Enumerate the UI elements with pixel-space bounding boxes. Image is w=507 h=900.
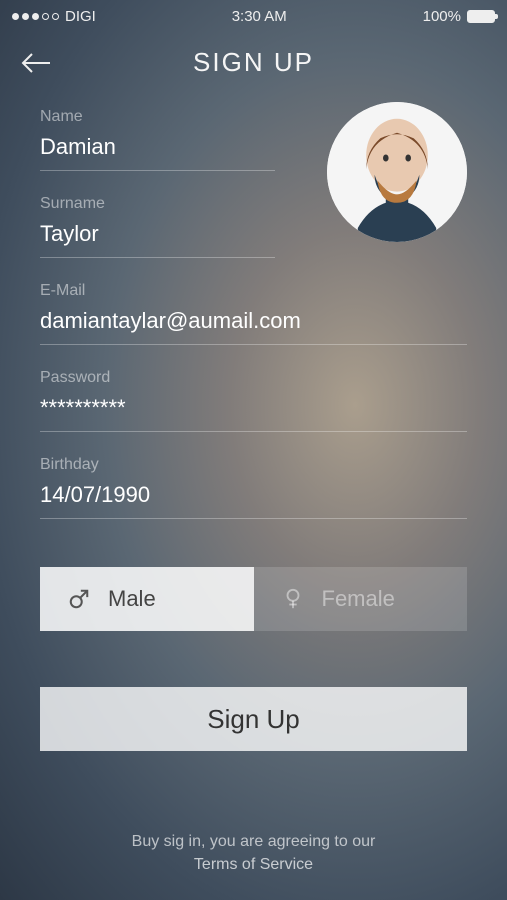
page-title: SIGN UP — [54, 47, 453, 78]
battery-percent: 100% — [423, 8, 461, 25]
name-label: Name — [40, 108, 275, 126]
terms-link[interactable]: Terms of Service — [0, 854, 507, 876]
email-field: E-Mail — [40, 282, 467, 345]
female-icon — [282, 588, 304, 610]
terms-text: Buy sig in, you are agreeing to our Term… — [0, 831, 507, 876]
name-input[interactable] — [40, 134, 275, 171]
signal-dots-icon — [12, 13, 59, 20]
status-time: 3:30 AM — [232, 8, 287, 25]
status-bar: DIGI 3:30 AM 100% — [0, 0, 507, 29]
password-label: Password — [40, 369, 467, 387]
email-input[interactable] — [40, 308, 467, 345]
signup-form: Name Surname E-Mail Password Birthday Ma… — [0, 108, 507, 751]
status-left: DIGI — [12, 8, 96, 25]
gender-selector: Male Female — [40, 567, 467, 631]
avatar[interactable] — [327, 102, 467, 242]
password-input[interactable] — [40, 395, 467, 432]
email-label: E-Mail — [40, 282, 467, 300]
signup-button[interactable]: Sign Up — [40, 687, 467, 751]
back-arrow-icon[interactable] — [20, 51, 54, 75]
surname-field: Surname — [40, 195, 275, 258]
gender-male-label: Male — [108, 586, 156, 612]
surname-input[interactable] — [40, 221, 275, 258]
gender-female-label: Female — [322, 586, 395, 612]
name-field: Name — [40, 108, 275, 171]
surname-label: Surname — [40, 195, 275, 213]
status-right: 100% — [423, 8, 495, 25]
gender-female-button[interactable]: Female — [254, 567, 468, 631]
gender-male-button[interactable]: Male — [40, 567, 254, 631]
birthday-label: Birthday — [40, 456, 467, 474]
battery-icon — [467, 10, 495, 23]
birthday-input[interactable] — [40, 482, 467, 519]
birthday-field: Birthday — [40, 456, 467, 519]
male-icon — [68, 588, 90, 610]
nav-bar: SIGN UP — [0, 29, 507, 108]
terms-line1: Buy sig in, you are agreeing to our — [0, 831, 507, 853]
password-field: Password — [40, 369, 467, 432]
carrier-label: DIGI — [65, 8, 96, 25]
